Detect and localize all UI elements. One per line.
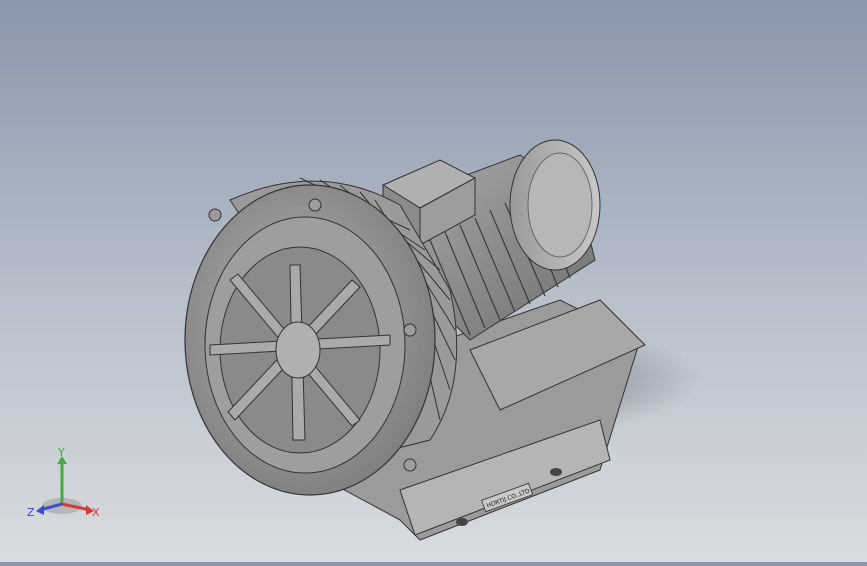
cover-hub: [275, 321, 321, 379]
mount-hole: [550, 468, 562, 476]
mount-hole: [456, 518, 468, 526]
cad-viewport[interactable]: HORTIJ CO.,LTD: [0, 0, 867, 562]
y-axis-label: Y: [57, 446, 65, 459]
z-axis-arrow-icon: [36, 505, 44, 515]
bolt-icon: [308, 198, 322, 212]
bolt-icon: [403, 458, 417, 472]
model-view[interactable]: HORTIJ CO.,LTD: [0, 0, 867, 562]
x-axis-label: X: [92, 506, 100, 519]
bolt-icon: [208, 208, 222, 222]
bolt-icon: [403, 323, 417, 337]
blower-front-cover: [184, 184, 436, 496]
z-axis-label: Z: [27, 506, 35, 519]
view-orientation-triad[interactable]: Y X Z: [26, 446, 106, 526]
